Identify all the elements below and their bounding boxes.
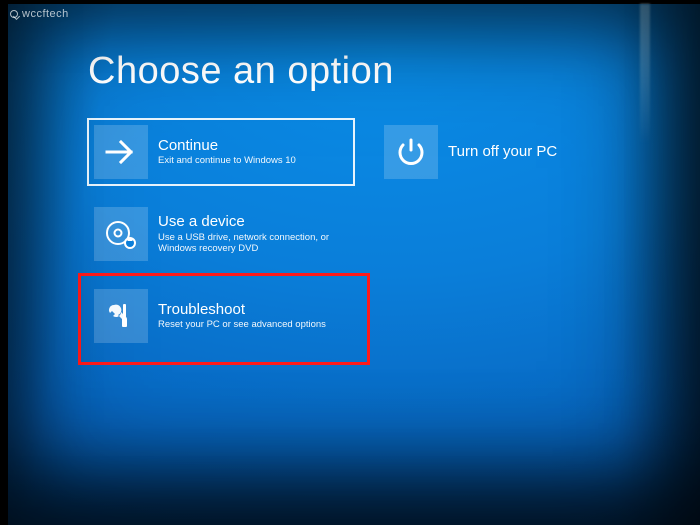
option-text: Troubleshoot Reset your PC or see advanc… — [158, 301, 326, 331]
option-desc: Reset your PC or see advanced options — [158, 320, 326, 331]
options-column-right: Turn off your PC — [378, 119, 578, 349]
choose-option-panel: Choose an option — [88, 50, 670, 349]
page-title: Choose an option — [88, 50, 670, 93]
option-label: Troubleshoot — [158, 301, 326, 318]
option-label: Continue — [158, 137, 296, 154]
options-grid: Continue Exit and continue to Windows 10 — [88, 119, 670, 349]
options-column-left: Continue Exit and continue to Windows 10 — [88, 119, 354, 349]
disc-usb-icon — [94, 207, 148, 261]
recovery-screen: Choose an option — [8, 4, 700, 525]
option-desc: Exit and continue to Windows 10 — [158, 156, 296, 167]
arrow-right-icon — [94, 125, 148, 179]
option-continue[interactable]: Continue Exit and continue to Windows 10 — [88, 119, 354, 185]
option-troubleshoot[interactable]: Troubleshoot Reset your PC or see advanc… — [88, 283, 354, 349]
option-use-device[interactable]: Use a device Use a USB drive, network co… — [88, 201, 354, 267]
option-label: Use a device — [158, 213, 348, 230]
power-icon — [384, 125, 438, 179]
option-desc: Use a USB drive, network connection, or … — [158, 233, 348, 255]
option-turn-off[interactable]: Turn off your PC — [378, 119, 578, 185]
option-text: Turn off your PC — [448, 143, 557, 160]
option-label: Turn off your PC — [448, 143, 557, 160]
option-text: Use a device Use a USB drive, network co… — [158, 213, 348, 254]
photo-frame: Choose an option — [0, 0, 700, 525]
option-text: Continue Exit and continue to Windows 10 — [158, 137, 296, 167]
tools-icon — [94, 289, 148, 343]
